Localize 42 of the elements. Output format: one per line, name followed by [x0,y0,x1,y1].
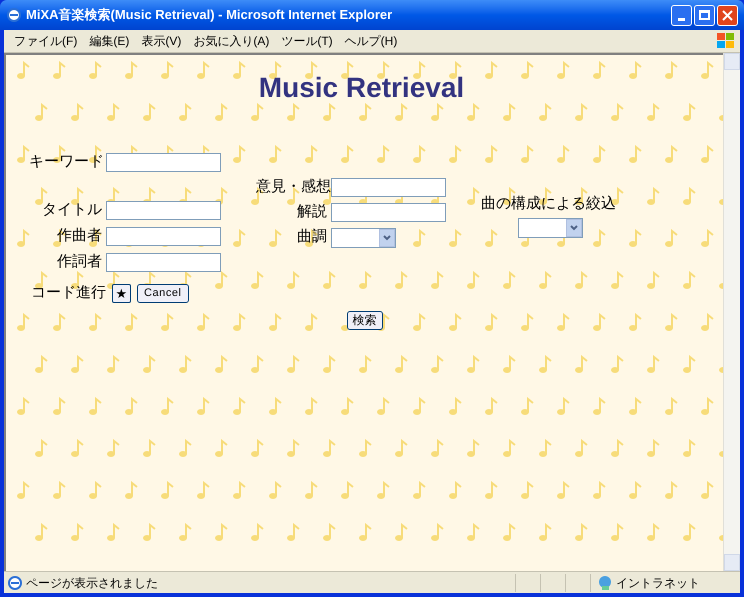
field-label: コード進行 [31,283,106,303]
menu-item[interactable]: ヘルプ(H) [338,32,404,50]
page-icon [7,574,23,590]
field-label: 作詞者 [56,252,103,272]
windows-logo-icon [716,32,736,50]
field-label: 曲調 [296,227,328,248]
search-button[interactable]: 検索 [346,310,382,330]
menu-item[interactable]: 表示(V) [135,32,188,50]
minimize-icon [678,18,685,20]
field-label: キーワード [29,152,105,172]
menu-item[interactable]: 編集(E) [83,32,136,50]
field-label: タイトル [41,200,103,220]
minimize-button[interactable] [671,4,692,26]
page-heading: Music Retrieval [258,71,464,105]
menu-item[interactable]: ツール(T) [275,32,339,50]
field-label: 解説 [296,202,328,222]
close-button[interactable] [717,4,738,26]
window-title: MiXA音楽検索(Music Retrieval) - Microsoft Internet Explorer [26,6,394,24]
text-field[interactable] [106,153,221,172]
menu-item[interactable]: お気に入り(A) [187,32,276,50]
close-icon [722,10,733,20]
text-field[interactable] [331,203,446,222]
chevron-icon [570,224,578,230]
text-field[interactable] [106,227,221,246]
field-label: 意見・感想 [256,177,331,198]
dropdown[interactable] [518,218,583,238]
browser-icon [6,7,22,23]
menu-item[interactable]: ファイル(F) [8,32,84,50]
zone-label: イントラネット [616,574,700,592]
status-message: ページが表示されました [26,574,159,592]
text-field[interactable] [106,253,221,272]
maximize-button[interactable] [694,4,715,26]
dropdown[interactable] [331,228,396,248]
scrollbar[interactable] [723,53,740,571]
field-label: 作曲者 [56,226,103,246]
star-button[interactable]: ★ [112,284,131,303]
filter-label: 曲の構成による絞込 [481,194,616,214]
cancel-button[interactable]: Cancel [137,284,189,303]
maximize-icon [699,10,710,20]
chevron-icon [383,234,391,240]
text-field[interactable] [331,178,446,197]
text-field[interactable] [106,201,221,220]
